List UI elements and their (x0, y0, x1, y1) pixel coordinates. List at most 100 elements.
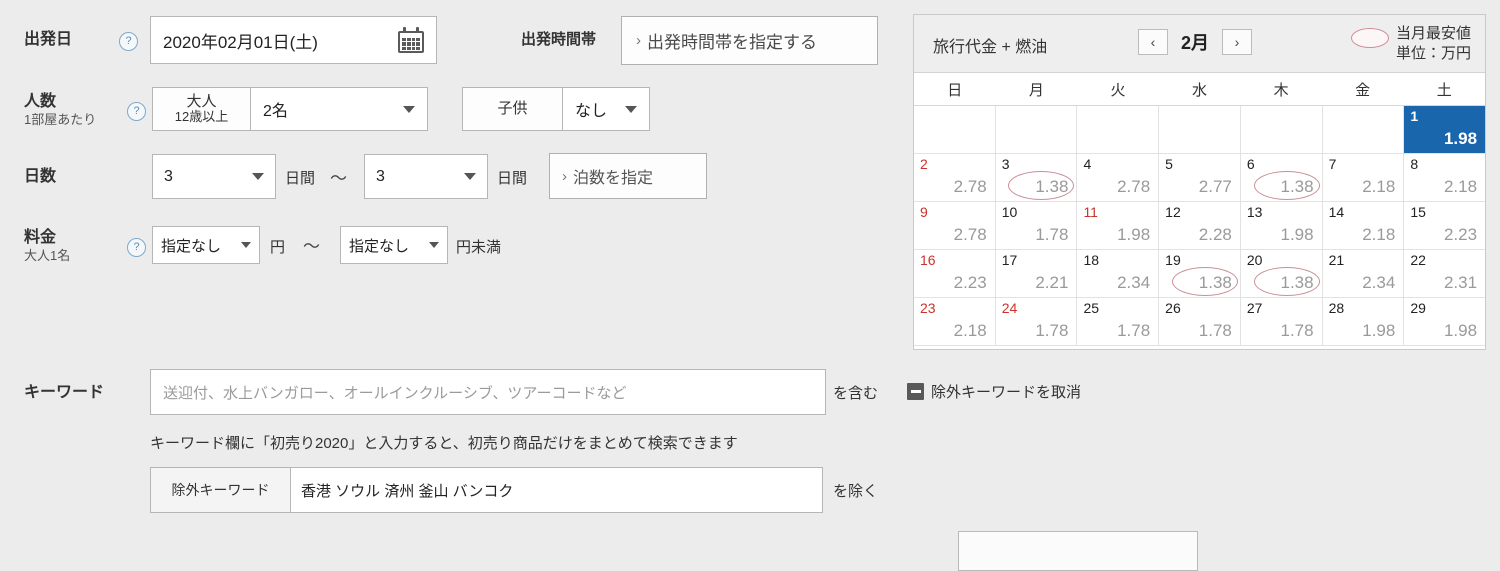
people-label: 人数 1部屋あたり (24, 92, 96, 128)
keyword-label: キーワード (24, 383, 104, 403)
calendar-legend: 当月最安値 単位：万円 (1350, 24, 1471, 65)
calendar-day-cell[interactable]: 20 1.38 (1240, 250, 1323, 298)
month-navigation: ‹ 2月 › (1138, 29, 1252, 55)
calendar-day-number: 9 (920, 204, 928, 220)
calendar-day-cell[interactable]: 25 1.78 (1077, 298, 1160, 346)
price-label-text: 料金 (24, 229, 57, 246)
calendar-day-cell[interactable]: 27 1.78 (1240, 298, 1323, 346)
people-help-icon[interactable]: ? (127, 102, 146, 121)
calendar-cell-empty (1077, 106, 1160, 154)
calendar-day-cell[interactable]: 28 1.98 (1322, 298, 1405, 346)
calendar-day-cell[interactable]: 29 1.98 (1404, 298, 1486, 346)
calendar-day-price: 2.31 (1443, 273, 1478, 292)
calendar-day-cell[interactable]: 21 2.34 (1322, 250, 1405, 298)
calendar-day-number: 11 (1083, 204, 1098, 220)
calendar-day-cell[interactable]: 17 2.21 (995, 250, 1078, 298)
nights-specify-button[interactable]: › 泊数を指定 (549, 153, 707, 199)
calendar-day-price: 1.98 (1362, 321, 1396, 340)
keyword-input[interactable]: 送迎付、水上バンガロー、オールインクルーシブ、ツアーコードなど (150, 369, 826, 415)
calendar-day-price: 1.78 (1198, 321, 1232, 340)
calendar-day-number: 3 (1001, 156, 1010, 172)
calendar-day-cell[interactable]: 12 2.28 (1159, 202, 1241, 250)
calendar-day-cell[interactable]: 24 1.78 (995, 298, 1078, 346)
adult-count-select[interactable]: 2名 (250, 87, 428, 131)
calendar-day-cell[interactable]: 10 1.78 (995, 202, 1078, 250)
calendar-day-cell[interactable]: 2 2.78 (914, 154, 996, 202)
calendar-day-cell[interactable]: 11 1.98 (1077, 202, 1160, 250)
days-label: 日数 (24, 167, 56, 187)
calendar-day-cell[interactable]: 18 2.34 (1077, 250, 1160, 298)
next-month-button[interactable]: › (1222, 29, 1252, 55)
calendar-day-number: 28 (1328, 300, 1345, 316)
days-from-select[interactable]: 3 (152, 154, 276, 199)
price-to-value: 指定なし (349, 237, 410, 255)
calendar-day-number: 26 (1165, 300, 1181, 316)
price-to-select[interactable]: 指定なし (340, 226, 448, 264)
departure-time-button[interactable]: › 出発時間帯を指定する (621, 16, 878, 65)
calendar-day-cell[interactable]: 15 2.23 (1404, 202, 1486, 250)
calendar-icon[interactable] (398, 27, 424, 53)
calendar-day-price: 1.78 (1117, 321, 1151, 340)
calendar-day-cell[interactable]: 22 2.31 (1404, 250, 1486, 298)
calendar-day-cell[interactable]: 6 1.38 (1240, 154, 1323, 202)
calendar-legend-text: 当月最安値 単位：万円 (1396, 24, 1471, 65)
minus-box-icon (907, 383, 924, 400)
calendar-day-number: 22 (1410, 252, 1426, 268)
calendar-day-number: 23 (920, 300, 936, 316)
keyword-placeholder: 送迎付、水上バンガロー、オールインクルーシブ、ツアーコードなど (163, 384, 627, 402)
price-from-unit: 円 (270, 239, 286, 256)
calendar-day-cell[interactable]: 23 2.18 (914, 298, 996, 346)
calendar-day-cell[interactable]: 16 2.23 (914, 250, 996, 298)
chevron-down-icon (464, 173, 476, 180)
calendar-day-cell[interactable]: 19 1.38 (1159, 250, 1241, 298)
exclude-keyword-toggle[interactable]: 除外キーワードを取消 (907, 381, 1081, 402)
chevron-down-icon (429, 242, 439, 248)
departure-date-help-icon[interactable]: ? (119, 32, 138, 51)
child-tag-text: 子供 (497, 100, 528, 118)
chevron-down-icon (403, 105, 415, 113)
calendar-cell-empty (914, 106, 996, 154)
weekday-fri: 金 (1355, 81, 1371, 99)
child-count-field[interactable]: 子供 なし (462, 87, 650, 131)
child-tag: 子供 (462, 87, 562, 131)
exclude-keyword-input[interactable]: 香港 ソウル 済州 釜山 バンコク (290, 467, 823, 513)
calendar-day-cell[interactable]: 13 1.98 (1240, 202, 1323, 250)
price-help-icon[interactable]: ? (127, 238, 146, 257)
prev-month-button[interactable]: ‹ (1138, 29, 1168, 55)
calendar-day-cell[interactable]: 5 2.77 (1159, 154, 1241, 202)
legend-line1: 当月最安値 (1395, 25, 1471, 42)
calendar-day-cell[interactable]: 14 2.18 (1322, 202, 1405, 250)
chevron-right-icon: › (562, 167, 567, 185)
calendar-day-price: 2.78 (953, 225, 987, 244)
calendar-day-number: 6 (1246, 156, 1255, 172)
departure-date-label: 出発日 (24, 30, 72, 50)
people-sublabel: 1部屋あたり (24, 112, 97, 127)
calendar-day-number: 18 (1083, 252, 1100, 268)
calendar-day-cell[interactable]: 7 2.18 (1322, 154, 1405, 202)
calendar-day-cell[interactable]: 26 1.78 (1159, 298, 1241, 346)
bottom-partial-button[interactable] (958, 531, 1198, 571)
price-sublabel: 大人1名 (24, 248, 71, 263)
exclude-keyword-field[interactable]: 除外キーワード 香港 ソウル 済州 釜山 バンコク (150, 467, 823, 513)
exclude-keyword-value: 香港 ソウル 済州 釜山 バンコク (301, 482, 514, 500)
child-count-select[interactable]: なし (562, 87, 650, 131)
calendar-week-row: 1 1.98 (914, 106, 1486, 154)
calendar-day-cell[interactable]: 3 1.38 (995, 154, 1078, 202)
price-from-select[interactable]: 指定なし (152, 226, 260, 264)
calendar-day-price: 2.18 (1443, 177, 1478, 196)
calendar-day-cell[interactable]: 1 1.98 (1404, 106, 1486, 154)
calendar-day-price: 1.38 (1280, 177, 1314, 196)
calendar-day-price: 2.18 (1362, 177, 1396, 196)
calendar-day-cell[interactable]: 8 2.18 (1404, 154, 1486, 202)
calendar-day-number: 21 (1328, 252, 1345, 268)
calendar-day-number: 5 (1165, 156, 1173, 172)
calendar-day-cell[interactable]: 9 2.78 (914, 202, 996, 250)
adult-tag-line2: 12歳以上 (174, 109, 229, 125)
calendar-day-price: 2.77 (1198, 177, 1232, 196)
days-to-select[interactable]: 3 (364, 154, 488, 199)
calendar-day-cell[interactable]: 4 2.78 (1077, 154, 1160, 202)
departure-date-input[interactable]: 2020年02月01日(土) (150, 16, 437, 64)
calendar-day-price: 1.98 (1117, 225, 1151, 244)
adult-count-field[interactable]: 大人 12歳以上 2名 (152, 87, 428, 131)
calendar-day-price: 2.34 (1117, 273, 1151, 292)
